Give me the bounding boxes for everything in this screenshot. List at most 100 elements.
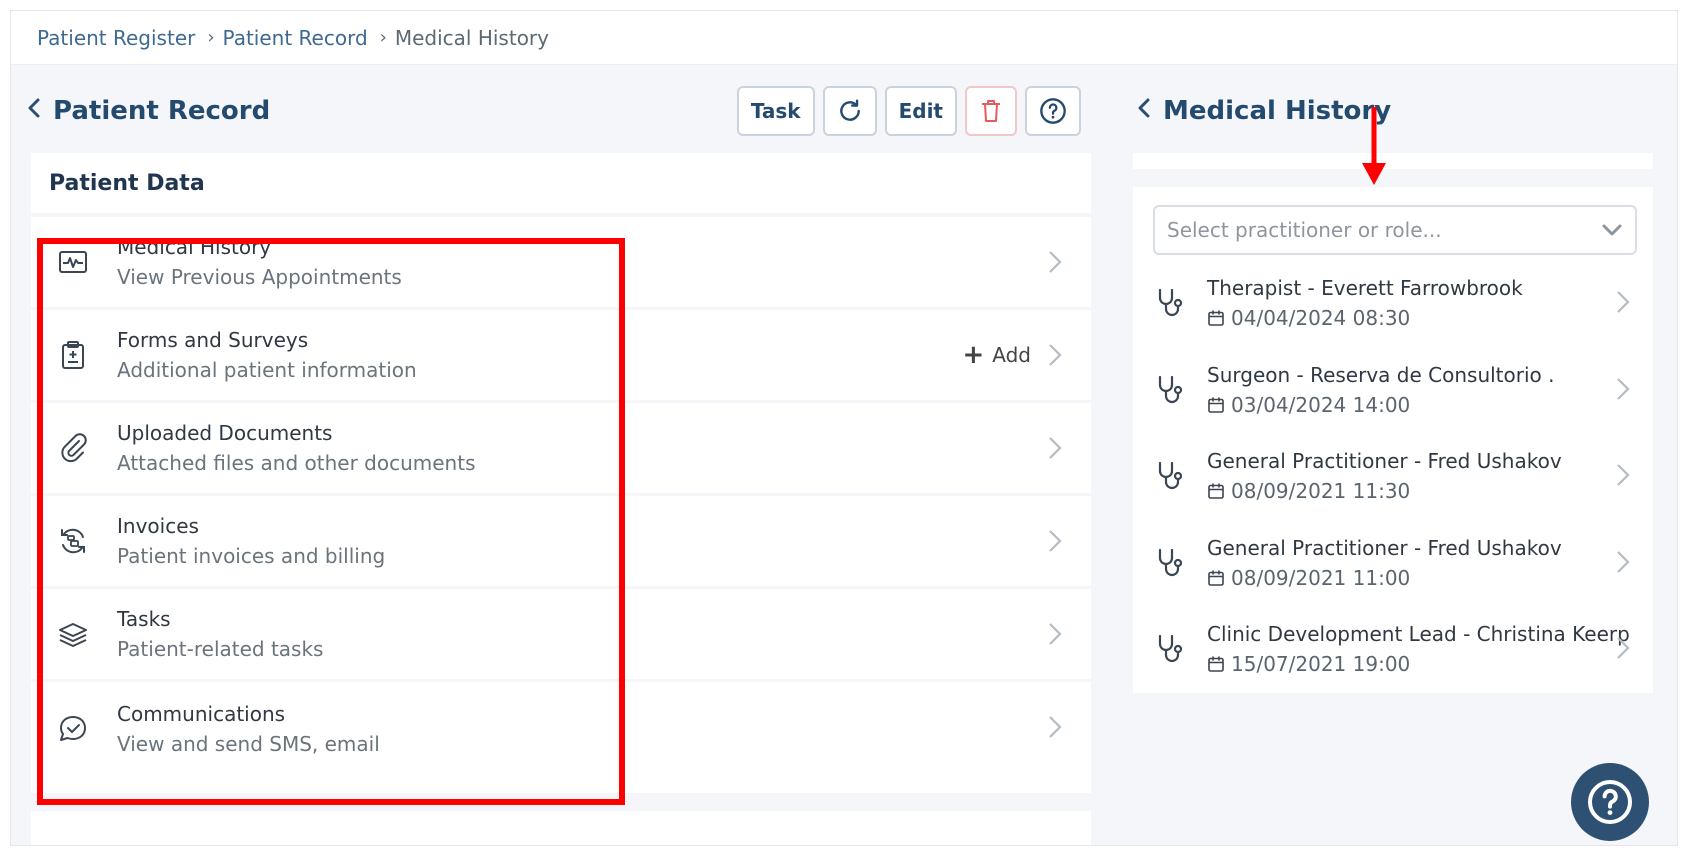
chevron-right-icon (1049, 344, 1062, 366)
help-circle-icon (1040, 98, 1066, 124)
plus-icon: + (962, 340, 985, 370)
app-frame: Patient Register › Patient Record › Medi… (10, 10, 1678, 846)
chevron-down-icon (1602, 224, 1622, 236)
stethoscope-icon (1158, 548, 1183, 577)
appointment-date-row: 08/09/2021 11:30 (1207, 479, 1562, 503)
calendar-icon (1208, 570, 1224, 586)
stethoscope-icon (1158, 288, 1183, 317)
list-item-forms-and-surveys[interactable]: Forms and Surveys Additional patient inf… (31, 310, 1091, 403)
appointment-date: 08/09/2021 11:30 (1231, 479, 1411, 503)
annotation-arrow-icon (1362, 107, 1386, 185)
patient-data-card: Patient Data Medical History View Previo… (31, 153, 1091, 793)
trash-icon (982, 100, 1000, 122)
delete-button[interactable] (965, 86, 1017, 136)
appointment-date-row: 03/04/2024 14:00 (1207, 393, 1554, 417)
item-subtitle: Patient invoices and billing (117, 544, 386, 568)
appointment-item[interactable]: Clinic Development Lead - Christina Keer… (1133, 605, 1653, 693)
chevron-right-icon (1617, 291, 1630, 313)
medical-history-header: Medical History (1137, 83, 1391, 139)
breadcrumb-patient-register[interactable]: Patient Register (37, 26, 195, 50)
item-subtitle: Additional patient information (117, 358, 417, 382)
list-item-invoices[interactable]: Invoices Patient invoices and billing (31, 496, 1091, 589)
refresh-icon (839, 99, 860, 121)
item-title: Tasks (117, 607, 171, 631)
help-icon (1588, 780, 1632, 824)
appointment-item[interactable]: General Practitioner - Fred Ushakov 08/09… (1133, 519, 1653, 607)
chat-check-icon (60, 715, 86, 741)
chevron-right-icon (1049, 251, 1062, 273)
breadcrumb-patient-record[interactable]: Patient Record (223, 26, 368, 50)
item-title: Medical History (117, 235, 272, 259)
item-title: Forms and Surveys (117, 328, 309, 352)
back-chevron-icon[interactable] (1137, 97, 1151, 125)
patient-record-header: Patient Record Task Edit (27, 83, 1081, 139)
chevron-right-icon (1049, 530, 1062, 552)
breadcrumb: Patient Register › Patient Record › Medi… (11, 11, 1677, 65)
panel-top-card (1133, 153, 1653, 169)
appointment-title: General Practitioner - Fred Ushakov (1207, 449, 1562, 473)
appointment-date-row: 04/04/2024 08:30 (1207, 306, 1523, 330)
toolbar: Task Edit (736, 86, 1081, 136)
calendar-icon (1208, 483, 1224, 499)
refresh-button[interactable] (822, 86, 877, 136)
list-item-uploaded-documents[interactable]: Uploaded Documents Attached files and ot… (31, 403, 1091, 496)
appointment-date: 04/04/2024 08:30 (1231, 306, 1411, 330)
paperclip-icon (61, 433, 87, 463)
appointment-date-row: 08/09/2021 11:00 (1207, 566, 1562, 590)
chevron-right-icon (1617, 551, 1630, 573)
next-card (31, 811, 1091, 845)
appointment-item[interactable]: Therapist - Everett Farrowbrook 04/04/202… (1133, 259, 1653, 347)
page-title: Patient Record (53, 96, 271, 126)
appointment-date: 08/09/2021 11:00 (1231, 566, 1411, 590)
chevron-right-icon (1617, 378, 1630, 400)
appointment-date: 03/04/2024 14:00 (1231, 393, 1411, 417)
appointment-title: Therapist - Everett Farrowbrook (1207, 276, 1523, 300)
chevron-right-icon (1617, 637, 1630, 659)
help-fab-button[interactable] (1571, 763, 1649, 841)
calendar-icon (1208, 310, 1224, 326)
appointment-date-row: 15/07/2021 19:00 (1207, 652, 1630, 676)
item-title: Communications (117, 701, 286, 726)
clipboard-plus-icon (62, 341, 84, 369)
heartbeat-monitor-icon (59, 251, 87, 273)
panel-title: Medical History (1163, 96, 1392, 126)
layers-icon (59, 623, 87, 647)
appointment-title: General Practitioner - Fred Ushakov (1207, 536, 1562, 560)
appointment-date: 15/07/2021 19:00 (1231, 652, 1411, 676)
card-title: Patient Data (31, 153, 1091, 217)
calendar-icon (1208, 656, 1224, 672)
select-placeholder: Select practitioner or role... (1167, 218, 1442, 242)
item-subtitle: Patient-related tasks (117, 637, 324, 661)
appointment-item[interactable]: Surgeon - Reserva de Consultorio . 03/04/… (1133, 346, 1653, 434)
item-subtitle: View Previous Appointments (117, 265, 402, 289)
item-title: Invoices (117, 514, 199, 538)
practitioner-select[interactable]: Select practitioner or role... (1153, 205, 1637, 255)
list-item-tasks[interactable]: Tasks Patient-related tasks (31, 589, 1091, 682)
item-title: Uploaded Documents (117, 421, 333, 445)
appointment-title: Clinic Development Lead - Christina Keer… (1207, 622, 1630, 646)
chevron-right-icon: › (207, 27, 215, 48)
chevron-right-icon (1617, 464, 1630, 486)
list-item-medical-history[interactable]: Medical History View Previous Appointmen… (31, 217, 1091, 310)
breadcrumb-medical-history: Medical History (394, 25, 549, 50)
stethoscope-icon (1158, 461, 1183, 490)
chevron-right-icon (1049, 716, 1062, 738)
edit-button[interactable]: Edit (884, 86, 957, 136)
stethoscope-icon (1158, 634, 1183, 663)
item-subtitle: Attached files and other documents (117, 451, 476, 475)
calendar-icon (1208, 397, 1224, 413)
help-button[interactable] (1025, 86, 1081, 136)
chevron-right-icon (1049, 437, 1062, 459)
stethoscope-icon (1158, 375, 1183, 404)
chevron-right-icon (1049, 623, 1062, 645)
add-form-button[interactable]: + Add (962, 342, 1031, 368)
appointment-title: Surgeon - Reserva de Consultorio . (1207, 363, 1555, 387)
task-button[interactable]: Task (736, 86, 815, 136)
list-item-communications[interactable]: Communications View and send SMS, email (31, 682, 1091, 775)
chevron-right-icon: › (379, 27, 387, 48)
item-subtitle: View and send SMS, email (117, 731, 380, 756)
back-chevron-icon[interactable] (27, 97, 41, 125)
appointment-item[interactable]: General Practitioner - Fred Ushakov 08/09… (1133, 432, 1653, 520)
add-label: Add (992, 343, 1031, 367)
invoice-cycle-icon (61, 528, 85, 554)
